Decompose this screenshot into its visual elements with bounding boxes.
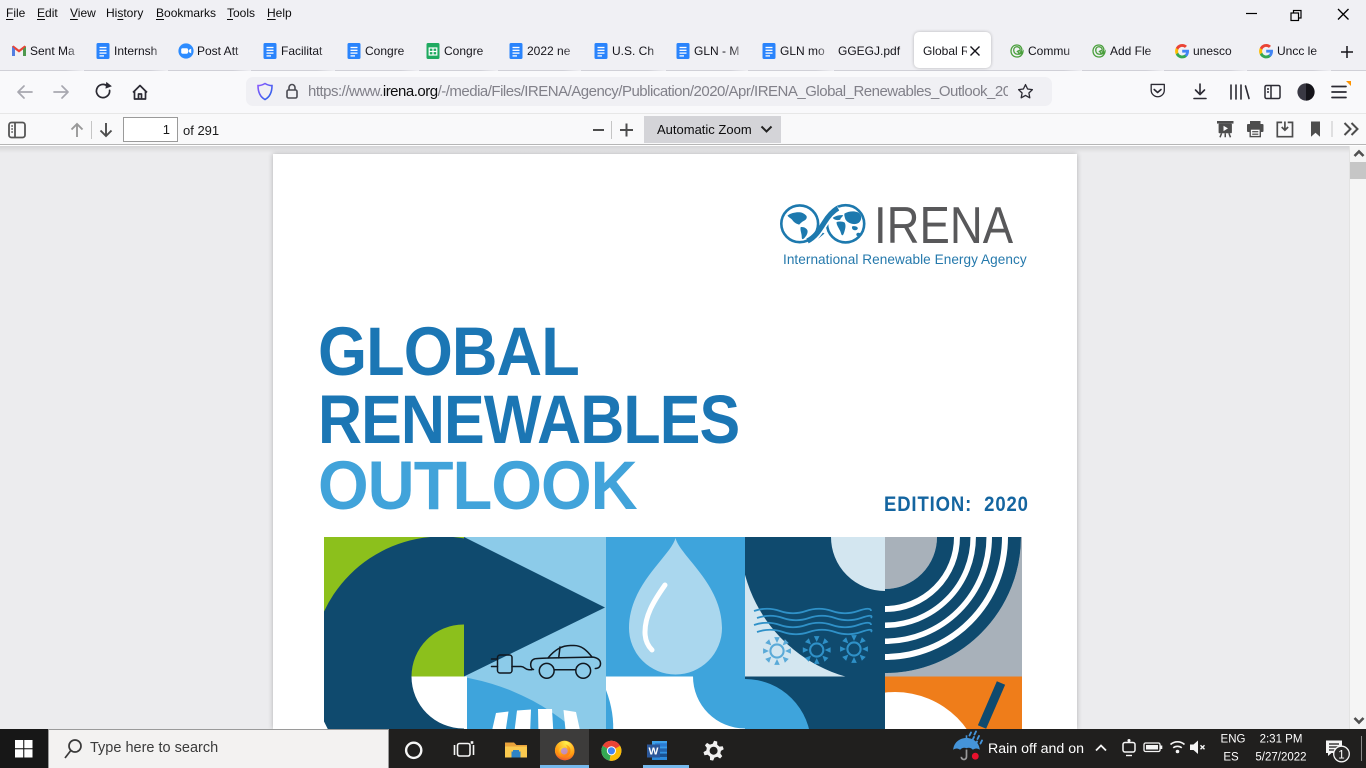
svg-text:2:31 PM: 2:31 PM	[1260, 734, 1303, 746]
svg-text:5/27/2022: 5/27/2022	[1255, 752, 1306, 764]
svg-text:Rain off and on: Rain off and on	[988, 741, 1084, 757]
svg-text:ES: ES	[1223, 752, 1239, 764]
svg-text:ENG: ENG	[1221, 734, 1246, 746]
svg-text:W: W	[649, 746, 659, 758]
svg-text:1: 1	[1338, 749, 1344, 761]
